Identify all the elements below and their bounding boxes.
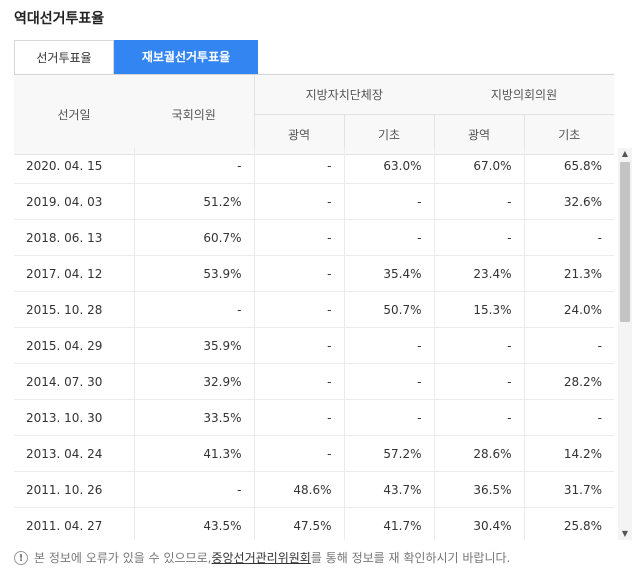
table-cell: - [133,471,254,508]
table-cell: 43.7% [343,471,434,508]
table-cell: 48.6% [253,471,344,508]
table-cell: 23.4% [433,255,524,292]
notice-prefix: 본 정보에 오류가 있을 수 있으므로, [34,551,212,565]
table-cell: 36.5% [433,471,524,508]
table-cell: 67.0% [433,148,524,184]
table-cell: - [433,363,524,400]
table-cell: 63.0% [343,148,434,184]
tab-bar: 선거투표율 재보궐선거투표율 [14,40,258,74]
scroll-up-icon[interactable]: ▲ [618,148,632,160]
table-cell: - [343,327,434,364]
table-row: 2013. 10. 30 33.5% - - - - [14,399,614,436]
table-row: 2013. 04. 24 41.3% -57.2% 28.6% 14.2% [14,435,614,472]
table-header: 선거일 국회의원 지방자치단체장 지방의회의원 광역 기초 광역 기초 [14,74,614,155]
table-cell: 65.8% [523,148,614,184]
table-cell: 2017. 04. 12 [14,255,134,292]
table-cell: - [253,399,344,436]
table-cell: 2013. 10. 30 [14,399,134,436]
table-cell: - [433,327,524,364]
table-cell: - [343,219,434,256]
table-row: 2014. 07. 30 32.9% - - -28.2% [14,363,614,400]
table-cell: - [343,399,434,436]
table-cell: - [253,435,344,472]
vertical-scrollbar[interactable]: ▲ ▼ [618,148,632,540]
table-cell: - [253,148,344,184]
table-cell: 2018. 06. 13 [14,219,134,256]
table-cell: - [253,327,344,364]
table-cell: 32.9% [133,363,254,400]
tab-by-election-turnout[interactable]: 재보궐선거투표율 [114,40,258,74]
table-cell: 24.0% [523,291,614,328]
table-cell: 2014. 07. 30 [14,363,134,400]
table-cell: - [253,183,344,220]
table-cell: 41.7% [343,507,434,540]
table-row: 2020. 04. 15- -63.0% 67.0% 65.8% [14,148,614,184]
table-cell: 14.2% [523,435,614,472]
table-cell: 2019. 04. 03 [14,183,134,220]
table-cell: 41.3% [133,435,254,472]
table-cell: 2013. 04. 24 [14,435,134,472]
table-cell: 50.7% [343,291,434,328]
table-cell: - [523,327,614,364]
table-cell: - [253,291,344,328]
table-cell: - [343,363,434,400]
table-cell: - [253,363,344,400]
table-body-scroll[interactable]: 2020. 04. 15- -63.0% 67.0% 65.8% 2019. 04. 0… [14,148,614,540]
table-cell: - [133,148,254,184]
table-cell: 28.6% [433,435,524,472]
table-cell: 43.5% [133,507,254,540]
scrollbar-thumb[interactable] [620,162,630,322]
table-cell: 2015. 10. 28 [14,291,134,328]
table-cell: - [253,255,344,292]
notice: ! 본 정보에 오류가 있을 수 있으므로, 중앙선거관리위원회 를 통해 정보… [14,549,510,566]
table-cell: 30.4% [433,507,524,540]
table-cell: 31.7% [523,471,614,508]
table-cell: 21.3% [523,255,614,292]
table-cell: - [133,291,254,328]
table-cell: - [433,219,524,256]
table-cell: 35.4% [343,255,434,292]
table-cell: 32.6% [523,183,614,220]
table-cell: - [253,219,344,256]
notice-suffix: 를 통해 정보를 재 확인하시기 바랍니다. [310,551,511,565]
warning-icon: ! [14,550,28,565]
table-cell: - [523,219,614,256]
table-cell: 2011. 04. 27 [14,507,134,540]
table-row: 2011. 04. 27 43.5% 47.5% 41.7% 30.4% 25.8% [14,507,614,540]
table-cell: 35.9% [133,327,254,364]
table-cell: - [343,183,434,220]
table-cell: 2020. 04. 15 [14,148,134,184]
table-cell: 33.5% [133,399,254,436]
table-row: 2017. 04. 12 53.9% -35.4% 23.4% 21.3% [14,255,614,292]
table-cell: 2015. 04. 29 [14,327,134,364]
page-title: 역대선거투표율 [14,11,105,27]
table-cell: - [523,399,614,436]
col-local-council: 지방의회의원 [434,74,614,115]
table-row: 2018. 06. 13 60.7% - - - - [14,219,614,256]
table-cell: 53.9% [133,255,254,292]
tab-election-turnout[interactable]: 선거투표율 [14,40,114,74]
table-row: 2011. 10. 26-48.6% 43.7% 36.5% 31.7% [14,471,614,508]
table-row: 2015. 10. 28- -50.7% 15.3% 24.0% [14,291,614,328]
table-cell: 60.7% [133,219,254,256]
table-cell: 28.2% [523,363,614,400]
table-cell: 15.3% [433,291,524,328]
col-local-head: 지방자치단체장 [253,74,434,115]
table-row: 2019. 04. 03 51.2% - - -32.6% [14,183,614,220]
table-cell: 47.5% [253,507,344,540]
table-cell: - [433,399,524,436]
table-row: 2015. 04. 29 35.9% - - - - [14,327,614,364]
table-cell: 51.2% [133,183,254,220]
table-cell: 2011. 10. 26 [14,471,134,508]
col-date: 선거일 [14,74,134,155]
table-cell: 25.8% [523,507,614,540]
table-cell: 57.2% [343,435,434,472]
table-cell: - [433,183,524,220]
scroll-down-icon[interactable]: ▼ [618,528,632,540]
nec-link[interactable]: 중앙선거관리위원회 [211,549,310,566]
col-national-assembly: 국회의원 [134,74,254,155]
